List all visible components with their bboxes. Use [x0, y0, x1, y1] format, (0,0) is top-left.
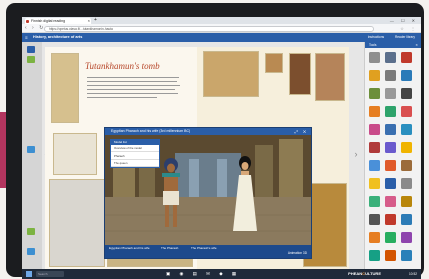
hamburger-icon[interactable]: ≡	[25, 33, 28, 42]
resource-icon[interactable]	[369, 214, 380, 225]
resource-icon[interactable]	[369, 142, 380, 153]
portrait-image	[289, 53, 311, 95]
popup-item[interactable]: The queen	[111, 160, 159, 168]
video-player[interactable]: Egyptian Pharaoh and his wife (3rd mille…	[104, 127, 312, 259]
close-sidebar-icon[interactable]: ✕	[415, 42, 418, 48]
os-taskbar: Search ▣ ◉ ▤ ✉ ◆ ▦ PHEANCULTURE 10:52	[22, 269, 421, 279]
resource-icon[interactable]	[369, 178, 380, 189]
resource-icon[interactable]	[385, 88, 396, 99]
video-window-controls[interactable]: ⤢ ✕	[295, 128, 308, 135]
url-field[interactable]: https://opetus.otava.fi/...tutankhamonin…	[44, 25, 374, 32]
app-toolbar-right: Instructions Reader library	[358, 33, 415, 42]
favicon-icon	[26, 19, 29, 23]
resource-icon[interactable]	[369, 196, 380, 207]
video-footer: Egyptian Pharaoh and his wife The Pharao…	[105, 245, 311, 258]
taskbar-clock: 10:52	[409, 272, 417, 276]
text-line	[87, 81, 177, 83]
3d-scene[interactable]: Model list Overview of the model Pharaoh…	[105, 135, 311, 245]
text-line	[87, 97, 157, 99]
tool-icon[interactable]	[27, 56, 35, 63]
resource-icon[interactable]	[385, 70, 396, 81]
popup-item[interactable]: Overview of the model	[111, 145, 159, 153]
resource-icon[interactable]	[401, 124, 412, 135]
tool-icon[interactable]	[27, 248, 35, 255]
nav-buttons[interactable]: ‹ › ↻	[25, 25, 45, 31]
page-title: Tutankhamun's tomb	[85, 61, 160, 71]
resource-icon[interactable]	[401, 88, 412, 99]
popup-item[interactable]: Pharaoh	[111, 152, 159, 160]
artifact-image	[265, 53, 283, 73]
resource-icon[interactable]	[401, 214, 412, 225]
resource-icon[interactable]	[385, 232, 396, 243]
windows-start-icon[interactable]	[26, 271, 32, 277]
resource-icon[interactable]	[369, 52, 380, 63]
resource-icon[interactable]	[369, 70, 380, 81]
browser-tab-bar: Finnish digital reading × + — ☐ ✕	[22, 17, 421, 24]
window-controls[interactable]: — ☐ ✕	[390, 17, 418, 24]
text-line	[87, 93, 178, 95]
resource-icon[interactable]	[385, 214, 396, 225]
text-line	[87, 85, 180, 87]
resource-icon[interactable]	[385, 160, 396, 171]
chapter-link[interactable]: Egyptian Pharaoh and his wife	[109, 246, 150, 251]
resource-icon[interactable]	[369, 124, 380, 135]
reader-library-link[interactable]: Reader library	[395, 35, 415, 39]
app-title: History, architecture of arts	[33, 35, 83, 39]
hieroglyph-image	[51, 53, 79, 123]
instructions-link[interactable]: Instructions	[368, 35, 384, 39]
resource-icon[interactable]	[401, 250, 412, 261]
chapter-link[interactable]: The Pharaoh	[161, 246, 178, 251]
resource-icon[interactable]	[369, 88, 380, 99]
resource-icon[interactable]	[401, 70, 412, 81]
artifact-image	[315, 53, 345, 101]
resource-icon[interactable]	[369, 106, 380, 117]
address-bar-row: ‹ › ↻ https://opetus.otava.fi/...tutankh…	[22, 24, 421, 33]
tomb-cross-section-image	[49, 179, 105, 267]
brand-logo: PHEANCULTURE	[348, 271, 381, 276]
text-line	[87, 89, 175, 91]
app-toolbar: ≡ History, architecture of arts Instruct…	[22, 33, 421, 42]
tool-icon[interactable]	[27, 228, 35, 235]
left-tool-strip	[22, 42, 42, 269]
sidebar-header: Tools ✕	[365, 42, 421, 48]
tool-icon[interactable]	[27, 146, 35, 153]
resource-icon[interactable]	[369, 232, 380, 243]
tool-icon[interactable]	[27, 46, 35, 53]
resource-icon[interactable]	[401, 196, 412, 207]
resource-icon[interactable]	[385, 178, 396, 189]
resource-icon[interactable]	[401, 106, 412, 117]
pyramid-image	[203, 51, 259, 97]
taskbar-search[interactable]: Search	[36, 271, 64, 277]
model-list-popup[interactable]: Model list Overview of the model Pharaoh…	[110, 139, 160, 168]
resource-icon[interactable]	[401, 142, 412, 153]
resource-icon[interactable]	[369, 250, 380, 261]
next-page-icon[interactable]: ›	[352, 147, 360, 161]
new-tab-icon[interactable]: +	[94, 18, 97, 23]
tools-sidebar: Tools ✕	[364, 42, 421, 269]
sidebar-title: Tools	[369, 43, 377, 47]
resource-icon[interactable]	[385, 106, 396, 117]
taskbar-app-icons[interactable]: ▣ ◉ ▤ ✉ ◆ ▦	[166, 269, 240, 279]
text-line	[87, 77, 179, 79]
browser-actions-icons[interactable]: ☆ ⋮	[400, 24, 418, 33]
resource-icon[interactable]	[401, 52, 412, 63]
video-title: Egyptian Pharaoh and his wife (3rd mille…	[111, 129, 191, 133]
chapter-link[interactable]: The Pharaoh's wife	[191, 246, 217, 251]
resource-icon[interactable]	[385, 196, 396, 207]
tab-title: Finnish digital reading	[31, 19, 66, 23]
reader-content: ‹ › Tutankhamun's tomb	[22, 42, 421, 269]
resource-icon[interactable]	[385, 52, 396, 63]
resource-icon[interactable]	[385, 142, 396, 153]
resource-icon[interactable]	[401, 232, 412, 243]
tomb-plan-image	[53, 133, 97, 175]
resource-icon[interactable]	[401, 160, 412, 171]
resource-icon[interactable]	[369, 160, 380, 171]
screen: Finnish digital reading × + — ☐ ✕ ‹ › ↻ …	[22, 17, 421, 279]
resource-icon[interactable]	[385, 250, 396, 261]
resource-icon[interactable]	[401, 178, 412, 189]
laptop-frame: Finnish digital reading × + — ☐ ✕ ‹ › ↻ …	[6, 3, 424, 279]
animation-label: Animation 3D	[287, 251, 307, 255]
video-title-bar: Egyptian Pharaoh and his wife (3rd mille…	[105, 128, 311, 135]
resource-icon[interactable]	[385, 124, 396, 135]
